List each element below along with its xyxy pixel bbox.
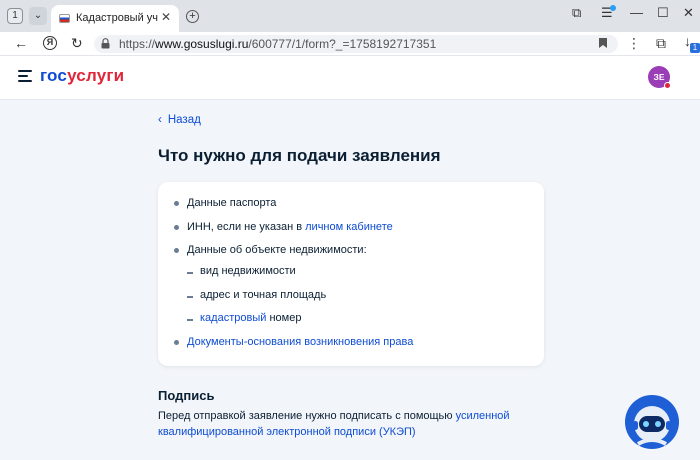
back-label: Назад <box>167 114 201 126</box>
bullet-icon <box>174 340 179 345</box>
bullet-icon <box>174 225 179 230</box>
browser-tab-active[interactable]: Кадастровый учёт и р… ✕ <box>51 5 179 32</box>
avatar-status-dot <box>664 82 671 89</box>
url-text[interactable]: https://www.gosuslugi.ru/600777/1/form?_… <box>119 37 436 51</box>
dash-icon <box>187 319 193 321</box>
more-options-icon[interactable]: ⋮ <box>627 35 641 52</box>
list-item: ИНН, если не указан в личном кабинете <box>187 221 393 233</box>
sub-list-item-text: номер <box>266 312 302 324</box>
logo-part-uslugi: услуги <box>67 66 125 85</box>
lock-icon <box>101 38 110 49</box>
browser-tab-strip: 1 ⌄ Кадастровый учёт и р… ✕ + ⧉ ☰ — ☐ ✕ <box>0 0 700 32</box>
back-link[interactable]: ‹ Назад <box>158 114 201 126</box>
bullet-icon <box>174 248 179 253</box>
signature-description: Перед отправкой заявление нужно подписат… <box>158 408 558 440</box>
close-tab-icon[interactable]: ✕ <box>161 10 171 24</box>
sub-list-item: адрес и точная площадь <box>200 289 327 301</box>
dash-icon <box>187 272 193 274</box>
window-close-icon[interactable]: ✕ <box>683 5 694 21</box>
notification-dot <box>610 5 616 11</box>
logo-part-gos: гос <box>40 66 68 85</box>
yandex-icon[interactable]: Я <box>43 36 57 50</box>
collections-icon[interactable]: ⧉ <box>572 5 581 21</box>
sub-list-item: вид недвижимости <box>200 265 296 277</box>
new-tab-plus-icon[interactable]: + <box>186 10 199 23</box>
list-item: Данные паспорта <box>187 197 277 209</box>
robot-assistant-icon[interactable] <box>624 394 680 450</box>
signature-text: Перед отправкой заявление нужно подписат… <box>158 410 456 422</box>
tab-counter[interactable]: 1 <box>7 8 23 24</box>
download-badge: 1 <box>690 43 700 53</box>
russian-flag-icon <box>59 14 70 23</box>
ownership-documents-link[interactable]: Документы-основания возникновения права <box>187 336 413 348</box>
page-title: Что нужно для подачи заявления <box>158 146 441 165</box>
maximize-icon[interactable]: ☐ <box>657 5 669 21</box>
back-arrow-icon[interactable]: ← <box>14 35 28 51</box>
hamburger-menu-icon[interactable] <box>18 70 32 82</box>
chevron-left-icon: ‹ <box>158 114 162 126</box>
gosuslugi-logo[interactable]: госуслуги <box>40 66 124 86</box>
sub-list-item: кадастровый номер <box>200 312 301 324</box>
minimize-icon[interactable]: — <box>630 5 643 20</box>
signature-heading: Подпись <box>158 388 215 403</box>
reload-icon[interactable]: ↻ <box>71 35 83 51</box>
bullet-icon <box>174 201 179 206</box>
list-item-text: ИНН, если не указан в <box>187 221 306 233</box>
bookmark-icon[interactable] <box>598 37 608 49</box>
tab-list-chevron-down-icon[interactable]: ⌄ <box>29 7 47 25</box>
url-scheme: https:// <box>119 37 156 51</box>
dash-icon <box>187 296 193 298</box>
list-item: Данные об объекте недвижимости: <box>187 244 367 256</box>
url-path: /600777/1/form?_=1758192717351 <box>248 37 437 51</box>
cadastral-link[interactable]: кадастровый <box>200 312 266 324</box>
url-host: www.gosuslugi.ru <box>155 37 249 51</box>
extensions-icon[interactable]: ⧉ <box>656 35 666 51</box>
tab-title: Кадастровый учёт и р… <box>76 12 158 24</box>
personal-account-link[interactable]: личном кабинете <box>305 221 393 233</box>
